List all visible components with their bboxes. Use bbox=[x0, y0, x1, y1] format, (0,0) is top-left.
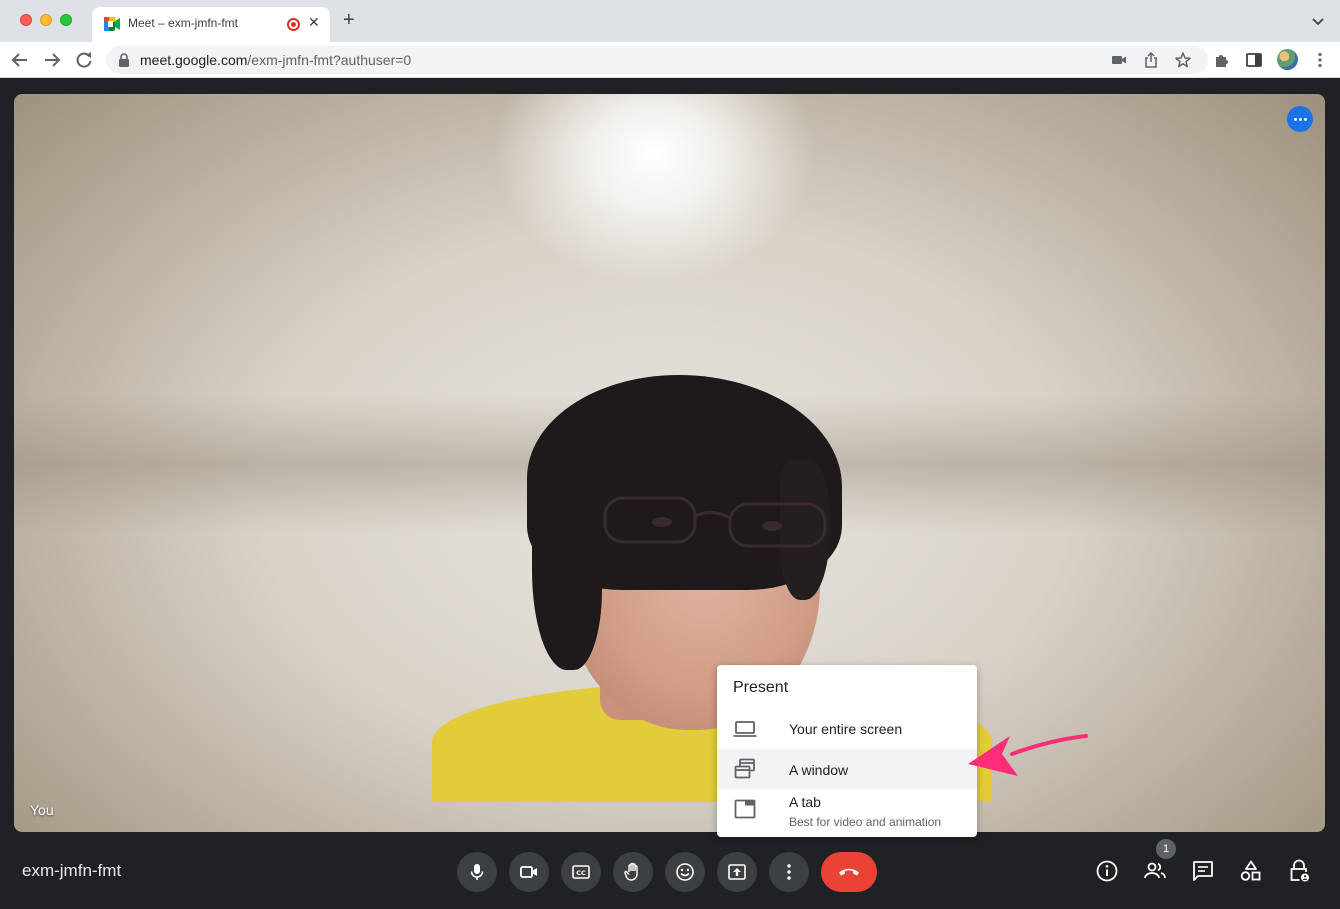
annotation-arrow-icon bbox=[968, 734, 1088, 776]
present-menu: Present Your entire screen A window A ta… bbox=[717, 665, 977, 837]
participant-glasses bbox=[603, 496, 827, 548]
microphone-toggle-button[interactable] bbox=[457, 852, 497, 892]
present-window-label: A window bbox=[789, 762, 849, 778]
call-end-icon bbox=[839, 868, 859, 876]
url-text: meet.google.com/exm-jmfn-fmt?authuser=0 bbox=[140, 52, 411, 68]
back-arrow-icon[interactable] bbox=[10, 50, 30, 70]
url-host: meet.google.com bbox=[140, 52, 248, 68]
more-options-button[interactable] bbox=[769, 852, 809, 892]
window-close-button[interactable] bbox=[20, 14, 32, 26]
more-horiz-icon bbox=[1294, 118, 1297, 121]
tab-close-button[interactable]: ✕ bbox=[308, 14, 320, 31]
raise-hand-button[interactable] bbox=[613, 852, 653, 892]
new-tab-button[interactable]: + bbox=[343, 10, 355, 30]
browser-tab-bar: Meet – exm-jmfn-fmt ✕ + bbox=[0, 0, 1340, 42]
camera-toggle-button[interactable] bbox=[509, 852, 549, 892]
hand-icon bbox=[624, 862, 638, 881]
present-tab-subtitle: Best for video and animation bbox=[789, 815, 942, 829]
url-path: /exm-jmfn-fmt?authuser=0 bbox=[247, 52, 412, 68]
participant-hair-left bbox=[532, 470, 602, 670]
emoji-reactions-button[interactable] bbox=[665, 852, 705, 892]
tab-title: Meet – exm-jmfn-fmt bbox=[128, 16, 239, 30]
microphone-icon bbox=[470, 864, 484, 880]
browser-toolbar: meet.google.com/exm-jmfn-fmt?authuser=0 bbox=[0, 42, 1340, 78]
present-menu-title: Present bbox=[733, 679, 789, 696]
tab-icon bbox=[734, 799, 756, 819]
chat-icon[interactable] bbox=[1191, 859, 1215, 883]
participant-count-badge: 1 bbox=[1156, 839, 1176, 859]
more-vert-icon bbox=[787, 864, 791, 880]
camera-in-use-icon[interactable] bbox=[1110, 51, 1128, 69]
window-zoom-button[interactable] bbox=[60, 14, 72, 26]
window-icon bbox=[734, 758, 755, 779]
lock-icon[interactable] bbox=[118, 53, 130, 67]
present-now-button[interactable] bbox=[717, 852, 757, 892]
present-entire-screen-label: Your entire screen bbox=[789, 721, 903, 737]
window-minimize-button[interactable] bbox=[40, 14, 52, 26]
present-entire-screen-option[interactable]: Your entire screen bbox=[717, 709, 977, 749]
meeting-details-info-icon[interactable] bbox=[1095, 859, 1119, 883]
bookmark-star-icon[interactable] bbox=[1174, 51, 1192, 69]
leave-call-button[interactable] bbox=[821, 852, 877, 892]
emoji-icon bbox=[676, 863, 694, 881]
share-icon[interactable] bbox=[1142, 51, 1160, 69]
people-icon[interactable] bbox=[1143, 859, 1167, 883]
activities-shapes-icon[interactable] bbox=[1239, 859, 1263, 883]
self-name-label: You bbox=[30, 802, 54, 818]
host-controls-lock-icon[interactable] bbox=[1287, 859, 1311, 883]
forward-arrow-icon[interactable] bbox=[42, 50, 62, 70]
present-window-option[interactable]: A window bbox=[717, 749, 977, 789]
extensions-puzzle-icon[interactable] bbox=[1213, 51, 1231, 69]
tile-more-options-button[interactable] bbox=[1287, 106, 1313, 132]
side-panel-icon[interactable] bbox=[1245, 51, 1263, 69]
closed-captions-icon: CC bbox=[572, 865, 590, 879]
browser-tab-meet[interactable]: Meet – exm-jmfn-fmt ✕ bbox=[92, 7, 330, 42]
present-tab-option[interactable]: A tab Best for video and animation bbox=[717, 789, 977, 833]
meeting-code: exm-jmfn-fmt bbox=[22, 861, 122, 880]
google-meet-icon bbox=[104, 17, 120, 31]
laptop-icon bbox=[733, 721, 757, 737]
address-bar[interactable]: meet.google.com/exm-jmfn-fmt?authuser=0 bbox=[106, 46, 1208, 74]
svg-text:CC: CC bbox=[576, 869, 586, 877]
more-horiz-icon-dot bbox=[1299, 118, 1302, 121]
browser-menu-kebab-icon[interactable] bbox=[1311, 51, 1329, 69]
present-tab-label: A tab bbox=[789, 794, 821, 810]
recording-indicator-icon bbox=[287, 18, 300, 31]
profile-avatar[interactable] bbox=[1277, 49, 1298, 70]
present-to-all-icon bbox=[728, 864, 746, 880]
videocam-icon bbox=[520, 866, 537, 878]
reload-icon[interactable] bbox=[74, 50, 94, 70]
tab-search-icon[interactable] bbox=[1311, 14, 1325, 28]
captions-button[interactable]: CC bbox=[561, 852, 601, 892]
more-horiz-icon-dot bbox=[1304, 118, 1307, 121]
